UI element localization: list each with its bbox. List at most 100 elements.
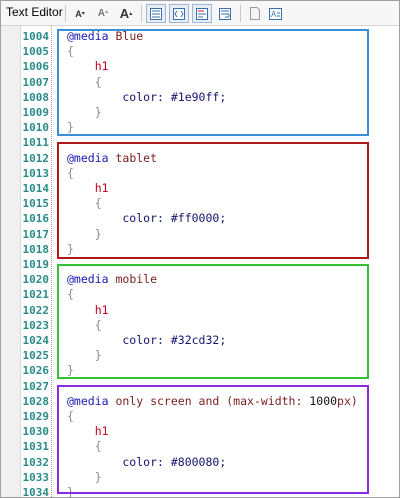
code-line[interactable]: 1016 color: #ff0000; — [1, 211, 399, 226]
code-token: { — [67, 317, 102, 332]
increase-font-size-sup: ▴ — [129, 11, 133, 17]
line-number: 1018 — [22, 242, 50, 256]
code-line[interactable]: 1020 @media mobile — [1, 272, 399, 287]
code-line[interactable]: 1028 @media only screen and (max-width: 1… — [1, 394, 399, 409]
code-token: mobile — [115, 272, 158, 287]
code-text: h1 — [67, 303, 109, 318]
code-line[interactable]: 1034} — [1, 485, 399, 497]
font-settings-button[interactable]: A — [265, 4, 285, 23]
code-token: { — [67, 409, 74, 423]
code-text: } — [67, 485, 74, 497]
line-number: 1013 — [22, 166, 50, 180]
code-line[interactable]: 1033 } — [1, 470, 399, 485]
code-line[interactable]: 1024 color: #32cd32; — [1, 333, 399, 348]
code-token: h1 — [67, 59, 109, 74]
code-text: } — [67, 470, 102, 485]
code-line[interactable]: 1010} — [1, 120, 399, 135]
line-number: 1019 — [22, 258, 50, 271]
line-numbers-button[interactable] — [146, 4, 166, 23]
page-button[interactable] — [245, 4, 265, 23]
code-line[interactable]: 1030 h1 — [1, 424, 399, 439]
code-line[interactable]: 1026} — [1, 363, 399, 378]
svg-text:A: A — [271, 10, 277, 19]
code-token: : #1e90ff; — [157, 89, 227, 104]
code-token: } — [67, 363, 74, 378]
toolbar: Text Editor A ▾ Aᐞ A ▴ A — [1, 1, 399, 26]
code-text: } — [67, 120, 74, 135]
line-number: 1010 — [22, 121, 50, 135]
reset-font-size-label: A — [97, 8, 105, 19]
code-token: } — [67, 105, 102, 119]
code-line[interactable]: 1019 — [1, 257, 399, 272]
code-token: @media — [67, 29, 116, 43]
word-wrap-button[interactable] — [215, 4, 235, 23]
code-text: { — [67, 287, 74, 302]
code-text: { — [67, 75, 102, 90]
code-line[interactable]: 1013 { — [1, 166, 399, 181]
code-view-button[interactable] — [169, 4, 189, 23]
code-text: color: #800080; — [67, 455, 226, 470]
code-line[interactable]: 1005 { — [1, 44, 399, 59]
code-line[interactable]: 1029 { — [1, 409, 399, 424]
code-line[interactable]: 1031 { — [1, 439, 399, 454]
code-token: { — [67, 44, 74, 59]
line-number: 1006 — [22, 60, 50, 74]
code-line[interactable]: 1015 { — [1, 196, 399, 211]
code-text: h1 — [67, 181, 109, 196]
line-number: 1034 — [22, 486, 50, 497]
text-editor-window: Text Editor A ▾ Aᐞ A ▴ A 1004 @media Blu… — [0, 0, 400, 498]
code-token: Blue — [115, 29, 144, 43]
code-token: (max-width: — [226, 393, 310, 408]
code-line[interactable]: 1009 } — [1, 105, 399, 120]
code-line[interactable]: 1004 @media Blue — [1, 29, 399, 44]
code-token: 1000 — [309, 393, 338, 408]
code-token: color — [67, 211, 158, 226]
code-text: } — [67, 363, 74, 378]
code-line[interactable]: 1006 h1 — [1, 59, 399, 74]
code-text: color: #1e90ff; — [67, 90, 226, 105]
code-text: color: #32cd32; — [67, 333, 226, 348]
line-number: 1004 — [22, 30, 50, 43]
decrease-font-size-button[interactable]: A ▾ — [70, 4, 90, 23]
code-line[interactable]: 1027 — [1, 379, 399, 394]
outline-button[interactable] — [192, 4, 212, 23]
code-editor[interactable]: 1004 @media Blue 1005{1006 h1 1007 {1008 co… — [1, 26, 399, 497]
code-token: @media — [67, 393, 116, 408]
code-line[interactable]: 1017 } — [1, 227, 399, 242]
code-line[interactable]: 1011 — [1, 135, 399, 150]
code-line[interactable]: 1022 h1 — [1, 303, 399, 318]
code-line[interactable]: 1018} — [1, 242, 399, 257]
code-token: : #32cd32; — [157, 333, 227, 347]
line-number: 1031 — [22, 440, 50, 454]
code-line[interactable]: 1021 { — [1, 287, 399, 302]
code-text: } — [67, 227, 102, 242]
code-text: @media mobile — [67, 272, 157, 287]
line-number: 1017 — [22, 227, 50, 241]
code-text: { — [67, 44, 74, 59]
code-token: : #800080; — [157, 454, 227, 469]
line-number: 1007 — [22, 75, 50, 89]
line-number: 1016 — [22, 212, 50, 226]
code-line[interactable]: 1012 @media tablet — [1, 151, 399, 166]
code-line[interactable]: 1008 color: #1e90ff; — [1, 90, 399, 105]
code-text: h1 — [67, 59, 109, 74]
code-line[interactable]: 1025 } — [1, 348, 399, 363]
code-token: } — [67, 226, 102, 241]
line-number: 1030 — [22, 425, 50, 439]
code-text: @media only screen and (max-width: 1000p… — [67, 394, 358, 409]
code-line[interactable]: 1014 h1 — [1, 181, 399, 196]
code-line[interactable]: 1023 { — [1, 318, 399, 333]
code-text: h1 — [67, 424, 109, 439]
code-text: } — [67, 105, 102, 120]
line-number: 1027 — [22, 379, 50, 393]
code-token: color — [67, 454, 158, 469]
increase-font-size-button[interactable]: A ▴ — [116, 4, 136, 23]
toolbar-separator — [141, 5, 142, 22]
reset-font-size-button[interactable]: Aᐞ — [93, 4, 113, 23]
code-line[interactable]: 1032 color: #800080; — [1, 455, 399, 470]
code-text: { — [67, 196, 102, 211]
reset-font-size-sup: ᐞ — [104, 11, 109, 17]
code-line[interactable]: 1007 { — [1, 75, 399, 90]
code-token: } — [67, 469, 102, 484]
line-number: 1032 — [22, 455, 50, 469]
